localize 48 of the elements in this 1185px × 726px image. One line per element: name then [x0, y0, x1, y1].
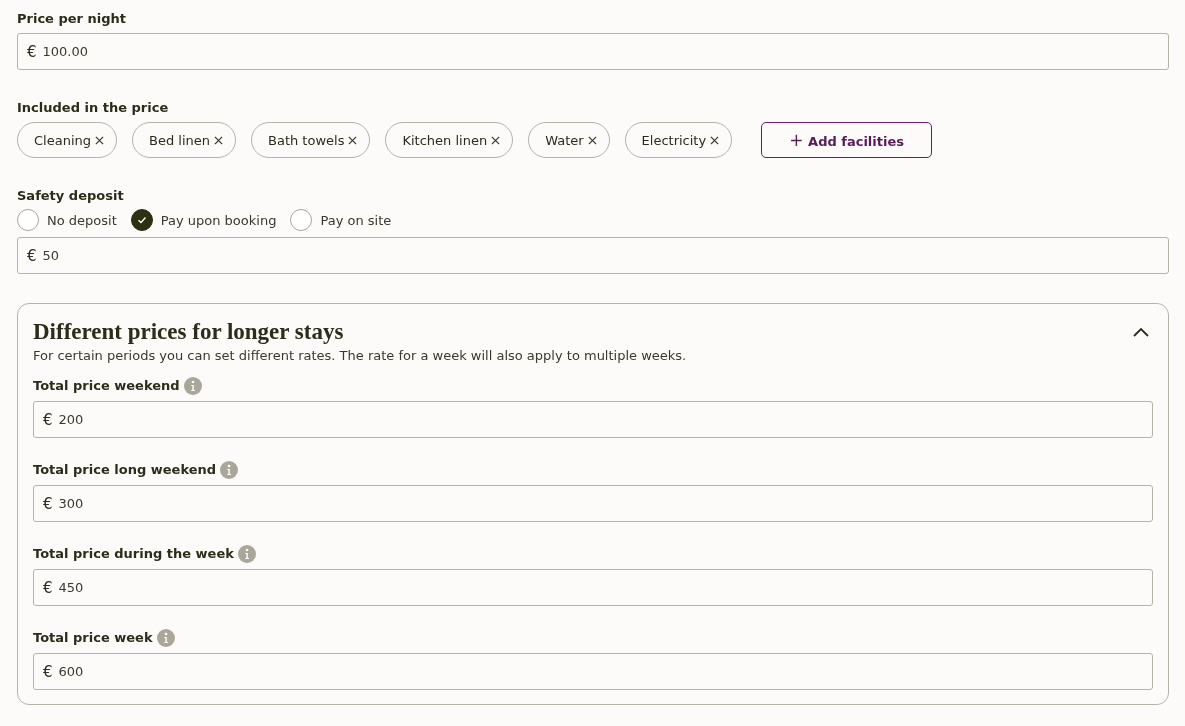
field-value: 50	[42, 248, 60, 263]
radio-label: Pay upon booking	[160, 212, 277, 228]
currency-symbol: €	[27, 246, 37, 265]
radio-label: No deposit	[47, 212, 117, 228]
field-label: Price per night	[17, 11, 126, 27]
field-label: Included in the price	[17, 100, 169, 116]
chip-label: Bed linen	[149, 132, 210, 148]
chip-label: Kitchen linen	[402, 132, 488, 148]
field-label: Total price week	[33, 630, 153, 646]
currency-symbol: €	[43, 494, 53, 513]
deposit-input-field[interactable]: € 50	[17, 237, 1169, 274]
chip-label: Cleaning	[34, 132, 91, 148]
remove-icon[interactable]	[491, 135, 501, 145]
radio-button[interactable]	[17, 209, 39, 231]
currency-symbol: €	[43, 410, 53, 429]
field-label: Total price long weekend	[33, 462, 217, 478]
check-icon	[135, 214, 148, 226]
price-input-field[interactable]: € 450	[33, 569, 1153, 606]
chip-label: Water	[545, 132, 584, 148]
field-label: Total price weekend	[33, 378, 180, 394]
field-value: 300	[58, 496, 84, 511]
field-label: Safety deposit	[17, 188, 124, 204]
add-facilities-button[interactable]: + Add facilities	[761, 122, 933, 158]
panel-title: Different prices for longer stays	[33, 319, 344, 345]
remove-icon[interactable]	[587, 135, 597, 145]
price-input-field[interactable]: € 100.00	[17, 33, 1169, 70]
currency-symbol: €	[27, 42, 37, 61]
field-label: Total price during the week	[33, 546, 234, 562]
chevron-icon[interactable]	[1133, 327, 1149, 337]
chip-label: Bath towels	[268, 132, 345, 148]
price-input-field[interactable]: € 600	[33, 653, 1153, 690]
radio-button[interactable]	[130, 209, 153, 231]
panel-description: For certain periods you can set different rates. The rate for a week will also apply to multiple weeks.	[33, 348, 688, 363]
field-value: 450	[58, 580, 84, 595]
price-input-field[interactable]: € 300	[33, 485, 1153, 522]
field-value: 600	[58, 664, 84, 679]
price-input-field[interactable]: € 200	[33, 401, 1153, 438]
remove-icon[interactable]	[348, 135, 358, 145]
currency-symbol: €	[43, 578, 53, 597]
field-value: 100.00	[42, 44, 89, 59]
chip-label: Electricity	[641, 132, 707, 148]
remove-icon[interactable]	[95, 135, 104, 145]
radio-label: Pay on site	[320, 212, 392, 228]
field-value: 200	[58, 412, 84, 427]
remove-icon[interactable]	[710, 135, 720, 145]
currency-symbol: €	[43, 662, 53, 681]
remove-icon[interactable]	[214, 135, 223, 145]
radio-button[interactable]	[290, 209, 313, 231]
